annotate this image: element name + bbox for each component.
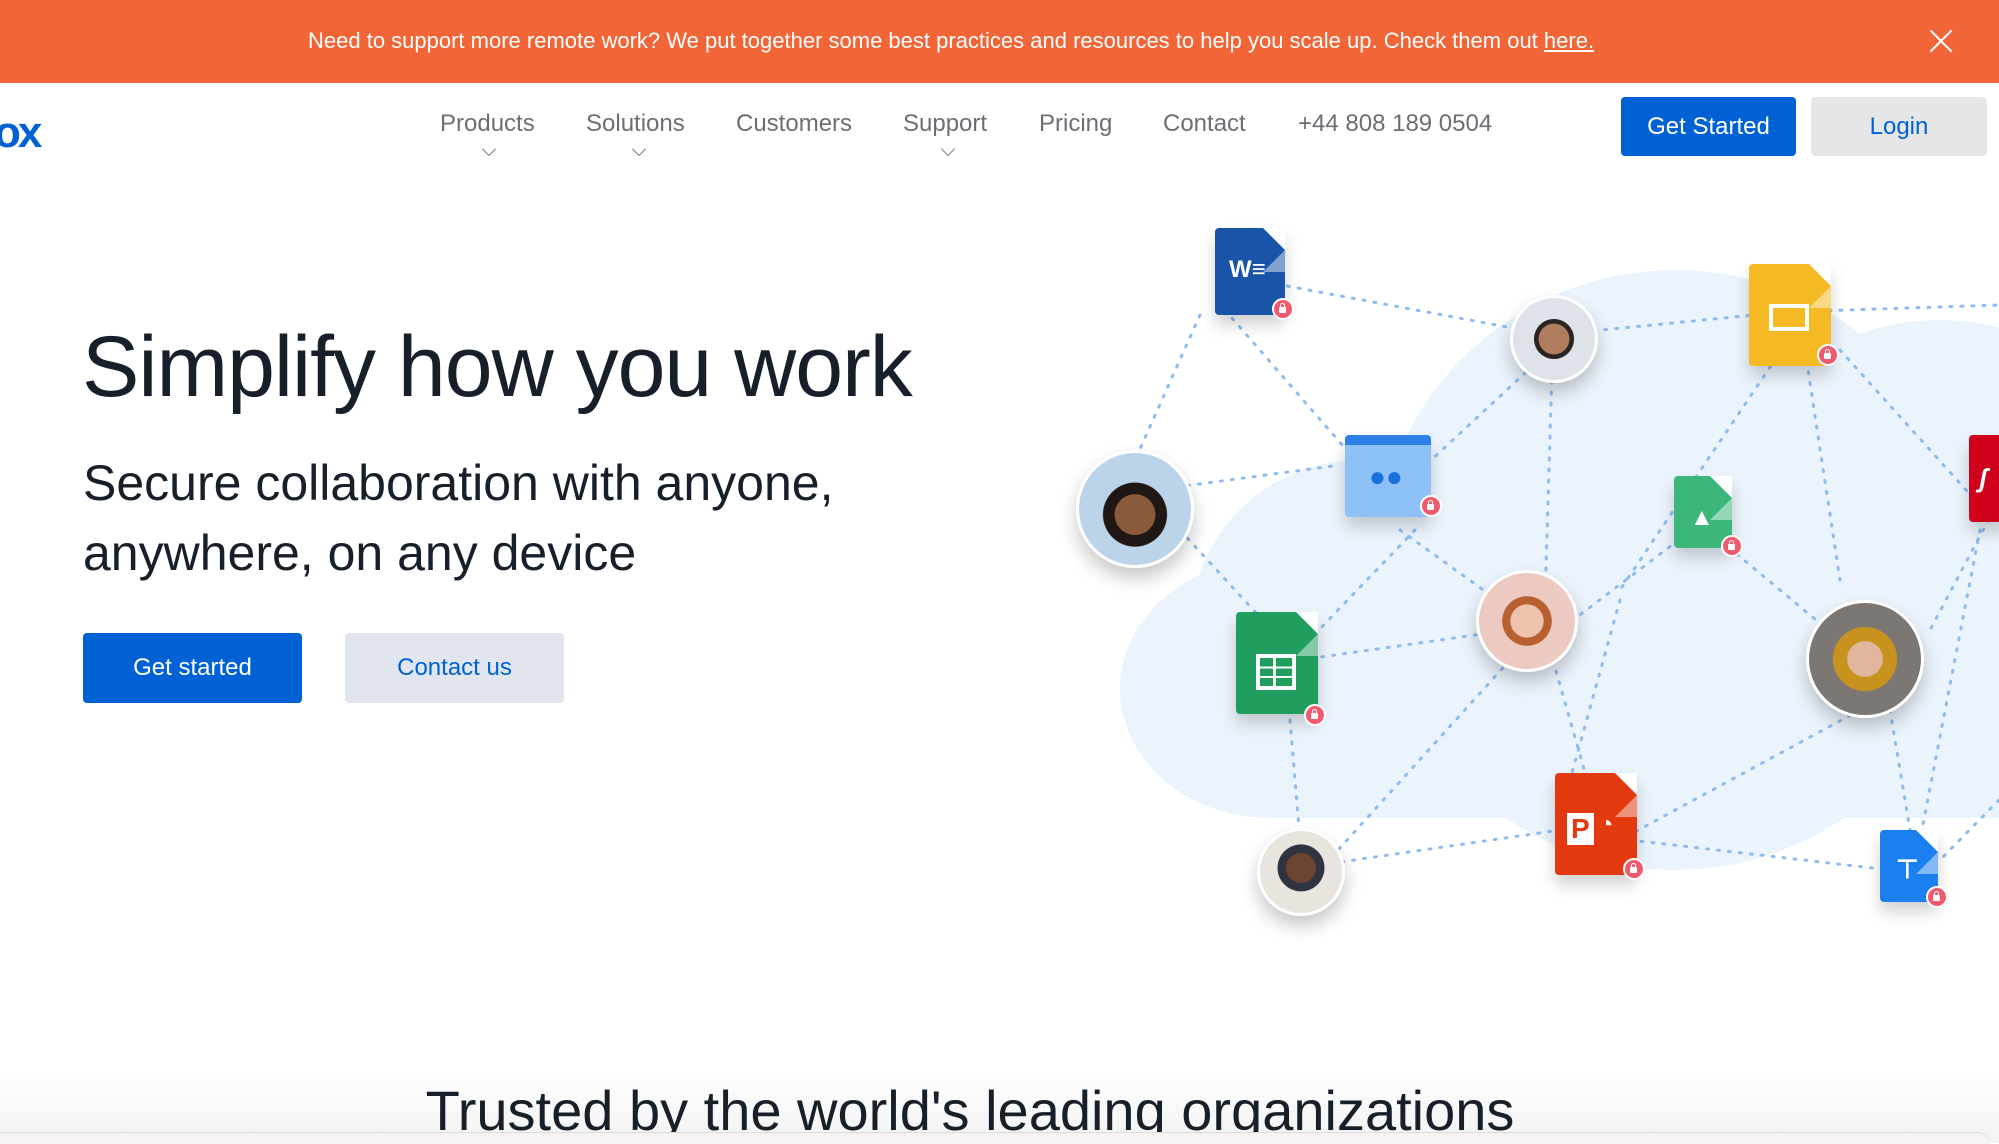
powerpoint-glyph: P: [1567, 813, 1594, 845]
nav-label: Contact: [1163, 110, 1246, 137]
banner-link[interactable]: here.: [1544, 28, 1594, 53]
banner-message: Need to support more remote work? We put…: [308, 28, 1594, 54]
logo[interactable]: ox: [0, 108, 42, 158]
nav-label: Customers: [736, 110, 853, 137]
nav-contact[interactable]: Contact: [1163, 110, 1246, 138]
collaboration-illustration: W≡ ●● ▲ ʃ P ◔ ⊤: [1040, 200, 1999, 960]
hero-title: Simplify how you work: [82, 319, 913, 415]
hero-subtitle: Secure collaboration with anyone, anywhe…: [83, 455, 834, 581]
word-glyph: W≡: [1229, 256, 1266, 283]
slide-glyph: [1769, 304, 1809, 331]
shared-folder-icon: ●●: [1345, 435, 1442, 517]
nav-customers[interactable]: Customers: [736, 110, 852, 138]
logo-strip: [0, 1132, 1990, 1144]
nav-label: Pricing: [1039, 110, 1113, 137]
lock-icon: [1926, 886, 1948, 908]
pdf-file-icon: ʃ: [1969, 435, 1999, 522]
lock-icon: [1721, 535, 1743, 557]
nav-pricing[interactable]: Pricing: [1039, 110, 1112, 138]
slides-doc-icon: [1749, 264, 1839, 366]
login-button[interactable]: Login: [1811, 97, 1987, 156]
nav-solutions[interactable]: Solutions: [586, 110, 685, 157]
nav-products[interactable]: Products: [440, 110, 535, 157]
nav-support[interactable]: Support: [903, 110, 988, 157]
header-get-started-button[interactable]: Get Started: [1621, 97, 1796, 156]
person-avatar: [1806, 600, 1924, 718]
nav-label: Products: [440, 110, 535, 137]
sheets-doc-icon: [1236, 612, 1326, 726]
person-avatar: [1257, 828, 1345, 916]
powerpoint-doc-icon: P ◔: [1555, 773, 1645, 880]
nav-phone[interactable]: +44 808 189 0504: [1298, 110, 1492, 138]
nav-label: Solutions: [586, 110, 685, 137]
word-doc-icon: W≡: [1215, 228, 1294, 320]
chevron-down-icon: [481, 141, 497, 157]
podium-glyph: ⊤: [1896, 854, 1919, 884]
image-file-icon: ▲: [1674, 476, 1743, 557]
acrobat-glyph: ʃ: [1979, 463, 1988, 493]
person-avatar: [1076, 450, 1194, 568]
lock-icon: [1623, 858, 1645, 880]
image-glyph: ▲: [1690, 504, 1714, 531]
person-avatar: [1476, 570, 1578, 672]
people-glyph: ●●: [1369, 461, 1403, 492]
lock-icon: [1817, 344, 1839, 366]
keynote-doc-icon: ⊤: [1880, 830, 1948, 908]
chart-glyph: ◔: [1599, 811, 1614, 838]
chevron-down-icon: [940, 141, 956, 157]
nav-label: Support: [903, 110, 988, 137]
announcement-banner: Need to support more remote work? We put…: [0, 0, 1999, 83]
chevron-down-icon: [631, 141, 647, 157]
person-avatar: [1510, 295, 1598, 383]
nav-label: +44 808 189 0504: [1298, 110, 1493, 137]
close-icon[interactable]: [1928, 28, 1954, 54]
lock-icon: [1420, 495, 1442, 517]
grid-glyph: [1256, 654, 1296, 690]
banner-text: Need to support more remote work? We put…: [308, 28, 1544, 53]
lock-icon: [1304, 704, 1326, 726]
contact-us-button[interactable]: Contact us: [345, 633, 564, 703]
get-started-button[interactable]: Get started: [83, 633, 302, 703]
lock-icon: [1272, 298, 1294, 320]
